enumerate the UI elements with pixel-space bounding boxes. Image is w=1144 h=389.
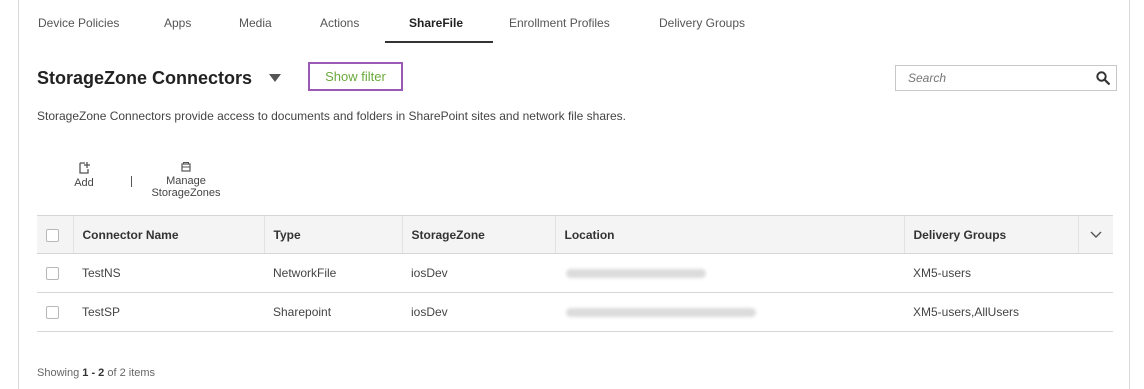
footer-suffix: items [128, 367, 156, 379]
chevron-down-icon[interactable] [1090, 228, 1102, 242]
footer-range: 1 - 2 [82, 367, 105, 379]
cell-delivery-groups: XM5-users,AllUsers [904, 292, 1078, 332]
table-row[interactable]: TestNS NetworkFile iosDev XM5-users [37, 253, 1113, 293]
col-connector-name[interactable]: Connector Name [72, 215, 264, 254]
connectors-table: Connector Name Type StorageZone Location… [37, 215, 1113, 332]
cell-type: NetworkFile [264, 253, 402, 293]
manage-label-line2: StorageZones [151, 187, 221, 199]
footer-prefix: Showing [37, 367, 80, 379]
tab-sharefile[interactable]: ShareFile [409, 16, 463, 30]
pagination-summary: Showing 1 - 2 of 2 items [37, 367, 155, 379]
footer-middle: of [107, 367, 117, 379]
row-checkbox[interactable] [46, 306, 59, 320]
cell-location [555, 292, 904, 332]
add-button[interactable]: Add [64, 161, 104, 189]
page-description: StorageZone Connectors provide access to… [37, 109, 626, 123]
select-all-cell [37, 215, 73, 254]
search-icon[interactable] [1096, 71, 1110, 90]
search-input[interactable] [906, 70, 1090, 86]
content-frame: Device Policies Apps Media Actions Share… [18, 0, 1130, 389]
manage-label-line1: Manage [166, 175, 206, 187]
cell-storagezone: iosDev [402, 292, 555, 332]
redacted-location [566, 308, 756, 318]
col-delivery-groups[interactable]: Delivery Groups [903, 215, 1078, 254]
row-checkbox[interactable] [46, 267, 59, 281]
cell-connector-name: TestSP [73, 292, 264, 332]
storage-icon [146, 161, 226, 175]
add-document-icon [64, 161, 104, 177]
cell-connector-name: TestNS [73, 253, 264, 293]
toolbar-divider [131, 176, 132, 187]
col-location[interactable]: Location [554, 215, 904, 254]
caret-down-icon[interactable] [269, 74, 281, 82]
table-row[interactable]: TestSP Sharepoint iosDev XM5-users,AllUs… [37, 292, 1113, 332]
row-spacer-cell [1078, 253, 1113, 293]
footer-total: 2 [119, 367, 126, 379]
manage-storagezones-button[interactable]: Manage StorageZones [146, 161, 226, 199]
cell-location [555, 253, 904, 293]
add-label: Add [74, 177, 94, 189]
show-filter-button[interactable]: Show filter [308, 62, 403, 91]
page-title: StorageZone Connectors [37, 68, 253, 88]
table-header-row: Connector Name Type StorageZone Location… [37, 215, 1113, 254]
row-select-cell [37, 253, 73, 293]
active-tab-indicator [385, 41, 493, 43]
tab-media[interactable]: Media [239, 16, 272, 30]
col-storagezone[interactable]: StorageZone [401, 215, 555, 254]
row-spacer-cell [1078, 292, 1113, 332]
column-options-cell [1077, 215, 1113, 254]
tab-delivery-groups[interactable]: Delivery Groups [659, 16, 745, 30]
col-type[interactable]: Type [263, 215, 402, 254]
select-all-checkbox[interactable] [46, 228, 59, 242]
search-box [895, 65, 1117, 91]
cell-storagezone: iosDev [402, 253, 555, 293]
tab-enrollment-profiles[interactable]: Enrollment Profiles [509, 16, 610, 30]
cell-type: Sharepoint [264, 292, 402, 332]
cell-delivery-groups: XM5-users [904, 253, 1078, 293]
tab-apps[interactable]: Apps [164, 16, 191, 30]
tab-device-policies[interactable]: Device Policies [38, 16, 119, 30]
redacted-location [566, 269, 706, 279]
row-select-cell [37, 292, 73, 332]
tab-actions[interactable]: Actions [320, 16, 359, 30]
